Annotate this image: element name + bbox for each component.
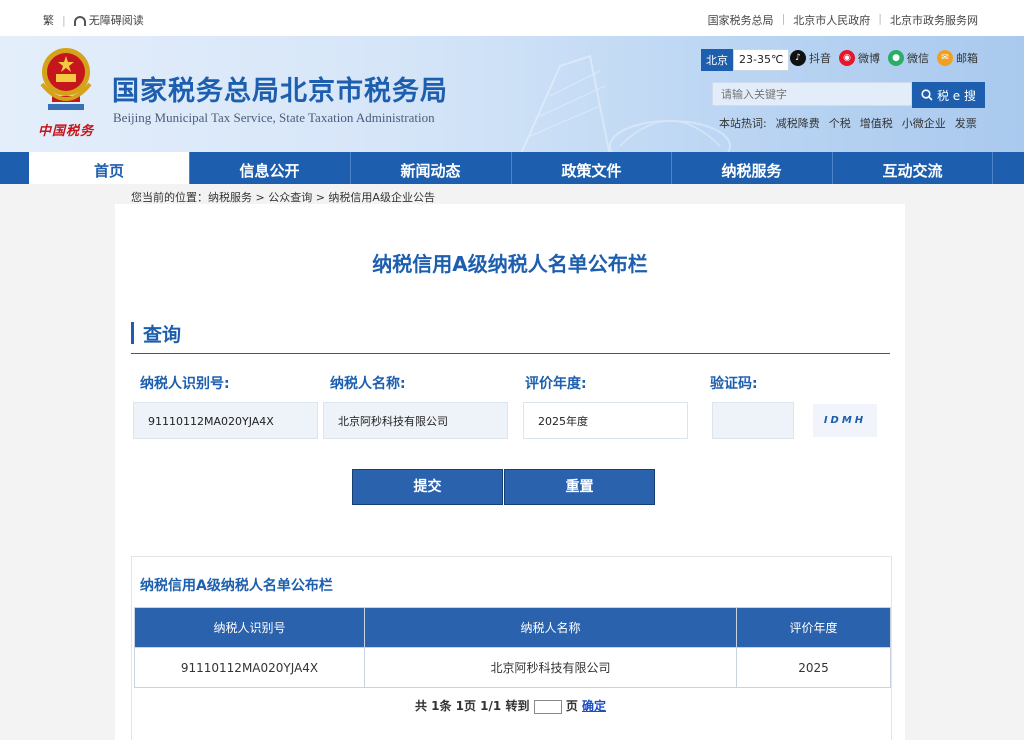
cell-eval-year: 2025 [736,647,891,688]
submit-button[interactable]: 提交 [352,469,503,505]
result-title: 纳税信用A级纳税人名单公布栏 [140,578,333,594]
cell-taxpayer-name: 北京阿秒科技有限公司 [364,647,737,688]
social-links: ♪ 抖音 ◉ 微博 ● 微信 ✉ 邮箱 [790,50,978,66]
table-header-row: 纳税人识别号 纳税人名称 评价年度 [134,607,891,648]
nav-news[interactable]: 新闻动态 [350,152,510,184]
social-douyin[interactable]: ♪ 抖音 [790,50,831,66]
taxpayer-name-input[interactable]: 北京阿秒科技有限公司 [323,402,508,439]
traditional-chinese-link[interactable]: 繁 [43,12,54,28]
social-wechat[interactable]: ● 微信 [888,50,929,66]
douyin-icon: ♪ [790,50,806,66]
col-tax-id: 纳税人识别号 [134,607,365,648]
taxpayer-name-label: 纳税人名称: [330,376,406,392]
hot-word[interactable]: 小微企业 [902,115,946,131]
section-accent-bar [131,322,134,344]
result-panel: 纳税信用A级纳税人名单公布栏 纳税人识别号 纳税人名称 评价年度 9111011… [131,556,892,740]
divider: | [62,13,66,27]
divider: | [878,12,882,25]
top-link-sta[interactable]: 国家税务总局 [708,12,774,28]
search-icon [921,89,933,101]
weather-city: 北京 [701,49,733,71]
eval-year-select[interactable]: 2025年度 [523,402,688,439]
captcha-input[interactable] [712,402,794,439]
weather-temp: 23-35℃ [733,49,790,71]
col-eval-year: 评价年度 [736,607,891,648]
national-emblem-icon[interactable] [34,44,98,116]
result-table: 纳税人识别号 纳税人名称 评价年度 91110112MA020YJA4X 北京阿… [134,607,891,688]
pagination: 共 1条 1页 1/1 转到 页 确定 [132,697,889,714]
wechat-icon: ● [888,50,904,66]
captcha-label: 验证码: [710,376,758,392]
nav-info-disclosure[interactable]: 信息公开 [189,152,349,184]
mail-icon: ✉ [937,50,953,66]
divider: | [781,12,786,25]
china-tax-logo-text: 中国税务 [38,124,95,139]
social-douyin-label: 抖音 [809,52,831,65]
search-input[interactable] [712,82,912,106]
top-link-service-net[interactable]: 北京市政务服务网 [890,12,978,28]
search-button-label: 税 e 搜 [936,88,976,103]
hot-word[interactable]: 发票 [955,115,977,131]
top-bar: 繁 | 无障碍阅读 国家税务总局 | 北京市人民政府 | 北京市政务服务网 [0,0,1024,36]
main-nav: 首页 信息公开 新闻动态 政策文件 纳税服务 互动交流 [0,152,1024,184]
captcha-image[interactable]: IDMH [813,404,877,437]
social-weibo[interactable]: ◉ 微博 [839,50,880,66]
weibo-icon: ◉ [839,50,855,66]
page-jump-input[interactable] [533,699,562,714]
accessible-reading-label: 无障碍阅读 [88,14,144,27]
weather-widget: 北京 23-35℃ [701,49,790,71]
hot-word[interactable]: 减税降费 [776,115,820,131]
page-jump-confirm-link[interactable]: 确定 [582,699,606,713]
headphones-icon [73,16,86,26]
nav-interaction[interactable]: 互动交流 [832,152,993,184]
table-row: 91110112MA020YJA4X 北京阿秒科技有限公司 2025 [134,647,891,688]
tax-id-label: 纳税人识别号: [140,376,230,392]
nav-policy[interactable]: 政策文件 [511,152,671,184]
query-section-header: 查询 [131,320,890,354]
reset-button[interactable]: 重置 [504,469,655,505]
search-button[interactable]: 税 e 搜 [912,82,985,108]
site-title[interactable]: 国家税务总局北京市税务局 [112,69,448,108]
social-wechat-label: 微信 [907,52,929,65]
site-subtitle: Beijing Municipal Tax Service, State Tax… [113,110,435,125]
top-link-beijing-gov[interactable]: 北京市人民政府 [793,12,870,28]
tax-id-input[interactable]: 91110112MA020YJA4X [133,402,318,439]
hot-word[interactable]: 增值税 [860,115,893,131]
cell-tax-id: 91110112MA020YJA4X [134,647,365,688]
query-section-title: 查询 [143,324,182,346]
hot-word[interactable]: 个税 [829,115,851,131]
main-content: 纳税信用A级纳税人名单公布栏 查询 纳税人识别号: 纳税人名称: 评价年度: 验… [115,204,905,740]
pagination-page-unit: 页 [565,699,578,713]
accessible-reading-link[interactable]: 无障碍阅读 [73,12,144,28]
col-taxpayer-name: 纳税人名称 [364,607,737,648]
social-mail-label: 邮箱 [956,52,978,65]
header-banner: 中国税务 国家税务总局北京市税务局 Beijing Municipal Tax … [0,36,1024,152]
nav-home[interactable]: 首页 [29,152,189,184]
nav-tax-service[interactable]: 纳税服务 [671,152,831,184]
page-title: 纳税信用A级纳税人名单公布栏 [372,252,648,276]
hot-words-label: 本站热词: [719,117,767,130]
pagination-summary: 共 1条 1页 1/1 转到 [414,699,530,713]
eval-year-label: 评价年度: [525,376,587,392]
breadcrumb: 您当前的位置：纳税服务 > 公众查询 > 纳税信用A级企业公告 [131,191,435,204]
social-mail[interactable]: ✉ 邮箱 [937,50,978,66]
social-weibo-label: 微博 [858,52,880,65]
hot-words: 本站热词: 减税降费 个税 增值税 小微企业 发票 [719,115,977,131]
